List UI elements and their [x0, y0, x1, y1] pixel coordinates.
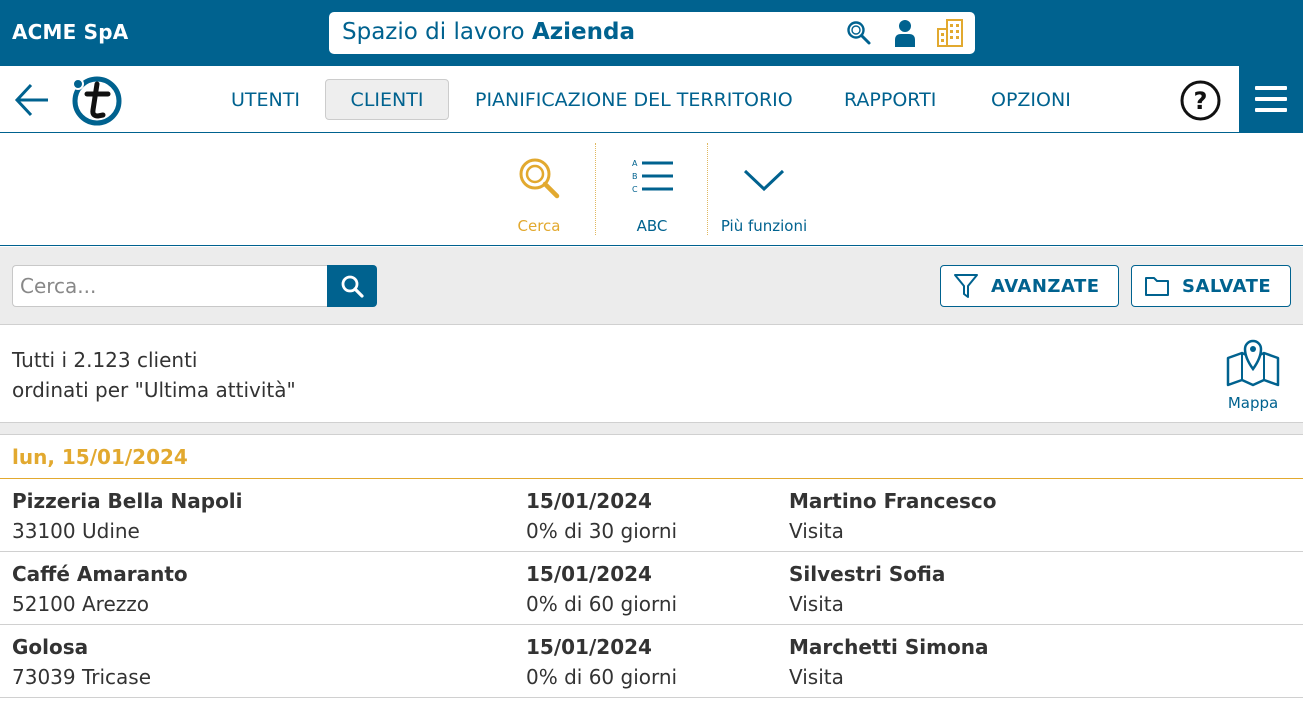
search-icon[interactable]	[844, 18, 874, 48]
client-address: 33100 Udine	[12, 519, 140, 543]
toolbar-piu-funzioni-label: Più funzioni	[720, 217, 808, 235]
results-summary: Tutti i 2.123 clienti ordinati per "Ulti…	[0, 326, 1303, 423]
date-group-label: lun, 15/01/2024	[12, 445, 188, 469]
search-button[interactable]	[327, 265, 377, 307]
workspace-prefix: Spazio di lavoro	[342, 19, 525, 45]
list-item[interactable]: Pizzeria Bella Napoli 33100 Udine 15/01/…	[0, 479, 1303, 552]
date-group-header: lun, 15/01/2024	[0, 436, 1303, 479]
toolbar-abc[interactable]: A B C ABC	[596, 143, 708, 235]
activity-date: 15/01/2024	[526, 489, 652, 513]
function-toolbar: Cerca A B C ABC Più funzioni	[0, 133, 1303, 246]
assigned-person: Martino Francesco	[789, 489, 997, 513]
activity-type: Visita	[789, 665, 844, 689]
activity-progress: 0% di 60 giorni	[526, 665, 678, 689]
back-arrow-icon[interactable]	[14, 82, 50, 118]
user-icon[interactable]	[890, 18, 920, 48]
client-name: Caffé Amaranto	[12, 562, 188, 586]
search-bar: AVANZATE SALVATE	[0, 247, 1303, 325]
search-input[interactable]	[12, 265, 328, 307]
client-address: 52100 Arezzo	[12, 592, 149, 616]
folder-icon	[1145, 277, 1169, 296]
list-item[interactable]: Golosa 73039 Tricase 15/01/2024 0% di 60…	[0, 625, 1303, 698]
tab-clienti[interactable]: CLIENTI	[325, 79, 449, 120]
menu-bar	[1255, 108, 1287, 112]
help-icon: ?	[1194, 87, 1208, 115]
assigned-person: Marchetti Simona	[789, 635, 989, 659]
abc-letter: C	[632, 185, 638, 194]
toolbar-abc-label: ABC	[636, 217, 668, 235]
saved-searches-button[interactable]: SALVATE	[1131, 265, 1291, 307]
activity-type: Visita	[789, 519, 844, 543]
company-name: ACME SpA	[12, 20, 129, 44]
toolbar-cerca-label: Cerca	[517, 217, 561, 235]
saved-searches-label: SALVATE	[1182, 275, 1272, 297]
filter-icon	[954, 274, 978, 298]
main-nav: UTENTI CLIENTI PIANIFICAZIONE DEL TERRIT…	[0, 66, 1303, 133]
magnifier-icon	[514, 153, 564, 203]
activity-date: 15/01/2024	[526, 562, 652, 586]
toolbar-piu-funzioni[interactable]: Più funzioni	[708, 143, 820, 235]
toolbar-cerca[interactable]: Cerca	[483, 143, 595, 235]
tab-opzioni[interactable]: OPZIONI	[965, 79, 1097, 120]
menu-bar	[1255, 86, 1287, 90]
map-label: Mappa	[1227, 394, 1279, 412]
abc-letter: B	[632, 172, 638, 181]
hamburger-menu-button[interactable]	[1239, 66, 1303, 132]
map-button[interactable]: Mappa	[1222, 338, 1284, 416]
client-name: Golosa	[12, 635, 89, 659]
top-bar: ACME SpA Spazio di lavoro Azienda	[0, 0, 1303, 66]
client-address: 73039 Tricase	[12, 665, 152, 689]
workspace-name: Azienda	[531, 19, 635, 45]
list-item[interactable]: Caffé Amaranto 52100 Arezzo 15/01/2024 0…	[0, 552, 1303, 625]
abc-list-icon: A B C	[627, 153, 677, 203]
chevron-down-icon	[739, 153, 789, 203]
map-icon	[1226, 339, 1280, 387]
results-count: Tutti i 2.123 clienti	[12, 348, 198, 372]
client-name: Pizzeria Bella Napoli	[12, 489, 243, 513]
workspace-label: Spazio di lavoro Azienda	[342, 19, 635, 45]
section-divider	[0, 423, 1303, 435]
results-sort-order: ordinati per "Ultima attività"	[12, 378, 296, 402]
tab-pianificazione[interactable]: PIANIFICAZIONE DEL TERRITORIO	[449, 79, 819, 120]
tab-rapporti[interactable]: RAPPORTI	[818, 79, 962, 120]
search-icon	[341, 275, 364, 298]
app-logo-icon	[70, 74, 122, 126]
building-icon[interactable]	[935, 18, 965, 48]
tab-utenti[interactable]: UTENTI	[205, 79, 326, 120]
assigned-person: Silvestri Sofia	[789, 562, 946, 586]
advanced-filter-button[interactable]: AVANZATE	[940, 265, 1119, 307]
abc-letter: A	[632, 159, 638, 168]
workspace-selector[interactable]: Spazio di lavoro Azienda	[329, 12, 975, 54]
activity-progress: 0% di 60 giorni	[526, 592, 678, 616]
activity-date: 15/01/2024	[526, 635, 652, 659]
advanced-filter-label: AVANZATE	[991, 275, 1100, 297]
menu-bar	[1255, 97, 1287, 101]
activity-progress: 0% di 30 giorni	[526, 519, 678, 543]
activity-type: Visita	[789, 592, 844, 616]
help-button[interactable]: ?	[1180, 80, 1221, 121]
